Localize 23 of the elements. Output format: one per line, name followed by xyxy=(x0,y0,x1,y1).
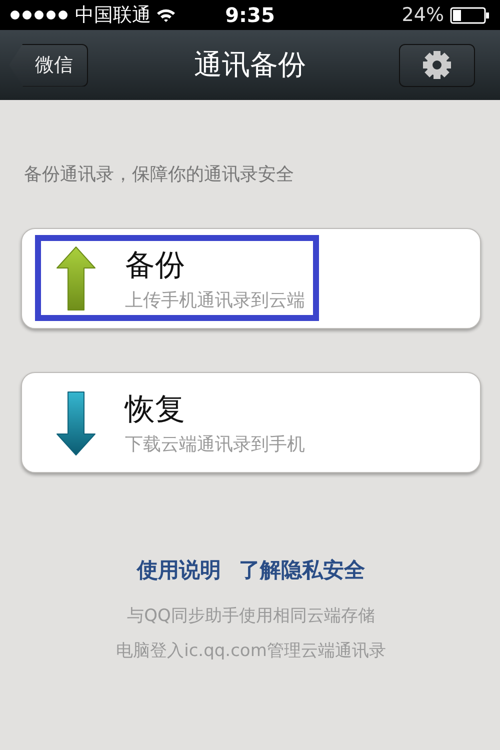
intro-text: 备份通讯录，保障你的通讯录安全 xyxy=(24,163,295,186)
battery-icon xyxy=(450,6,490,24)
back-button[interactable]: 微信 xyxy=(9,44,88,86)
note-text: 电脑登入ic.qq.com管理云端通讯录 xyxy=(116,640,386,662)
down-arrow-icon xyxy=(56,390,96,456)
restore-button[interactable]: 恢复 下载云端通讯录到手机 xyxy=(21,372,481,473)
backup-button[interactable]: 备份 上传手机通讯录到云端 xyxy=(21,228,481,329)
battery-percent: 24% xyxy=(402,4,444,26)
note-text: 与QQ同步助手使用相同云端存储 xyxy=(127,605,375,627)
carrier-name: 中国联通 xyxy=(75,3,151,28)
action-title: 备份 xyxy=(125,247,186,285)
settings-button[interactable] xyxy=(399,44,475,86)
info-link[interactable]: 使用说明 xyxy=(137,556,221,584)
page-title: 通讯备份 xyxy=(194,48,306,81)
signal-icon xyxy=(10,10,70,20)
info-link[interactable]: 了解隐私安全 xyxy=(239,556,365,584)
action-description: 上传手机通讯录到云端 xyxy=(125,289,305,312)
wifi-icon xyxy=(156,8,176,22)
action-description: 下载云端通讯录到手机 xyxy=(125,433,305,456)
action-title: 恢复 xyxy=(125,391,186,429)
settings-icon xyxy=(422,50,452,80)
up-arrow-icon xyxy=(56,246,96,312)
clock-time: 9:35 xyxy=(225,3,275,27)
